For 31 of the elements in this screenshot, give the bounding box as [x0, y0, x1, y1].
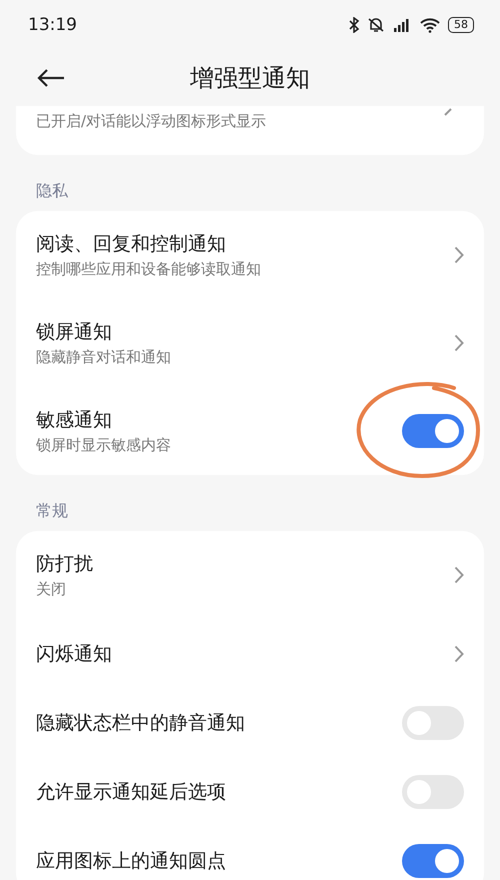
setting-subtitle: 已开启/对话能以浮动图标形式显示: [36, 112, 266, 131]
setting-subtitle: 锁屏时显示敏感内容: [36, 436, 171, 455]
chevron-icon[interactable]: [454, 644, 464, 662]
setting-subtitle: 隐藏静音对话和通知: [36, 348, 171, 367]
setting-subtitle: 控制哪些应用和设备能够读取通知: [36, 260, 261, 279]
section-heading: 常规: [35, 500, 69, 522]
muted-bell-icon: [367, 17, 385, 33]
setting-title: 隐藏状态栏中的静音通知: [36, 710, 245, 736]
wifi-icon: [419, 17, 441, 33]
section-heading: 隐私: [35, 180, 69, 202]
setting-title: 阅读、回复和控制通知: [36, 232, 227, 257]
status-time: 13:19: [28, 15, 77, 35]
chevron-icon[interactable]: [454, 334, 464, 352]
chevron-icon[interactable]: [454, 566, 464, 584]
setting-title: 防打扰: [36, 552, 93, 577]
setting-title: 敏感通知: [36, 408, 113, 433]
toggle-switch[interactable]: [402, 774, 464, 808]
setting-title: 应用图标上的通知圆点: [36, 848, 226, 874]
back-arrow-icon[interactable]: [36, 68, 66, 88]
toggle-switch[interactable]: [402, 844, 464, 878]
chevron-icon[interactable]: [444, 108, 454, 116]
setting-title: 锁屏通知: [36, 320, 113, 345]
bluetooth-icon: [348, 17, 360, 33]
chevron-icon[interactable]: [454, 246, 464, 264]
setting-title: 允许显示通知延后选项: [36, 780, 226, 804]
toggle-switch[interactable]: [402, 414, 464, 448]
setting-title: 闪烁通知: [36, 642, 112, 666]
page-title: 增强型通知: [190, 63, 310, 94]
setting-subtitle: 关闭: [36, 580, 67, 599]
battery-level: 58: [448, 17, 474, 33]
toggle-switch[interactable]: [402, 706, 464, 740]
